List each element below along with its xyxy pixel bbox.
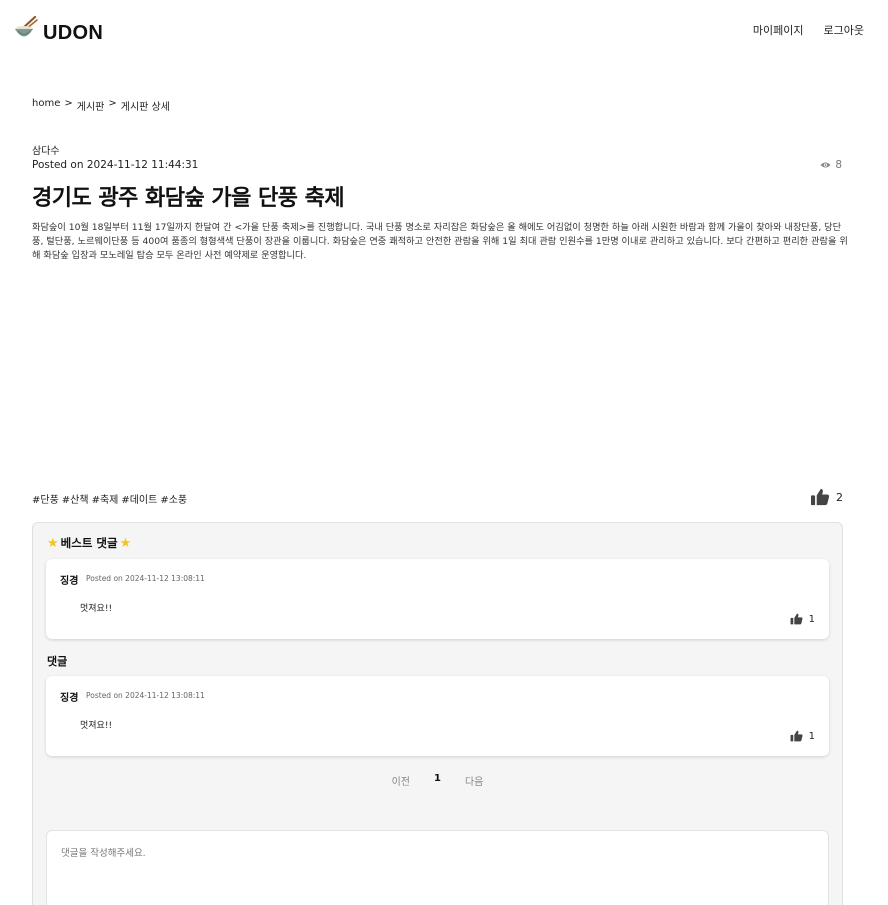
breadcrumb-home[interactable]: home [32, 98, 60, 113]
logo-text: UDON [43, 21, 104, 44]
udon-bowl-icon [15, 16, 38, 37]
breadcrumb-detail: 게시판 상세 [120, 102, 170, 113]
mypage-link[interactable]: 마이페이지 [753, 22, 804, 38]
tag[interactable]: #데이트 [121, 491, 157, 506]
post-body: 화담숲이 10월 18일부터 11월 17일까지 한달여 간 <가을 단풍 축제… [32, 222, 848, 261]
comment-date: Posted on 2024-11-12 13:08:11 [86, 574, 205, 583]
view-count: 8 [820, 159, 842, 171]
post-like-count: 2 [836, 490, 843, 504]
tag[interactable]: #소풍 [160, 491, 187, 506]
comment-like-button[interactable]: 1 [790, 730, 815, 742]
best-comment-card: 징경 Posted on 2024-11-12 13:08:11 멋져요!! 1 [46, 559, 829, 639]
comment-text: 멋져요!! [80, 604, 113, 614]
comment-text: 멋져요!! [80, 721, 113, 731]
comment-card: 징경 Posted on 2024-11-12 13:08:11 멋져요!! 1 [46, 676, 829, 756]
best-comments-title: ★ 베스트 댓글 ★ [47, 535, 131, 551]
pagination: 이전 1 다음 [33, 773, 842, 788]
tag[interactable]: #산책 [62, 491, 89, 506]
breadcrumb-separator: > [108, 98, 117, 109]
view-count-value: 8 [835, 159, 842, 171]
next-page-button[interactable]: 다음 [465, 773, 483, 788]
breadcrumb: home > 게시판 > 게시판 상세 [32, 98, 170, 113]
eye-icon [820, 162, 831, 168]
comment-date: Posted on 2024-11-12 13:08:11 [86, 691, 205, 700]
post-like-button[interactable]: 2 [810, 488, 843, 506]
top-nav: 마이페이지 로그아웃 [753, 22, 864, 38]
post-author: 삼다수 [32, 146, 60, 157]
site-header: UDON 마이페이지 로그아웃 [0, 0, 888, 60]
current-page[interactable]: 1 [434, 773, 441, 788]
thumbs-up-icon [811, 488, 830, 506]
star-icon: ★ [119, 535, 132, 551]
star-icon: ★ [47, 535, 59, 551]
comment-author: 징경 [60, 693, 79, 704]
post-tags: #단풍 #산책 #축제 #데이트 #소풍 [32, 491, 187, 506]
best-comments-label: 베스트 댓글 [60, 536, 118, 550]
comments-label: 댓글 [47, 655, 68, 668]
comment-like-count: 1 [808, 613, 815, 625]
tag[interactable]: #단풍 [32, 491, 59, 506]
breadcrumb-board[interactable]: 게시판 [77, 98, 105, 113]
thumbs-up-icon [790, 613, 803, 625]
comment-like-count: 1 [808, 730, 815, 742]
tag[interactable]: #축제 [92, 491, 119, 506]
comments-section: ★ 베스트 댓글 ★ 징경 Posted on 2024-11-12 13:08… [32, 522, 843, 905]
post-date: Posted on 2024-11-12 11:44:31 [32, 159, 199, 171]
comment-input[interactable] [46, 830, 829, 905]
comment-like-button[interactable]: 1 [790, 613, 815, 625]
thumbs-up-icon [790, 730, 803, 742]
logout-link[interactable]: 로그아웃 [824, 22, 864, 38]
comment-author: 징경 [60, 576, 79, 587]
post-title: 경기도 광주 화담숲 가을 단풍 축제 [32, 186, 345, 211]
logo[interactable]: UDON [14, 16, 104, 44]
breadcrumb-separator: > [64, 98, 73, 109]
prev-page-button[interactable]: 이전 [392, 773, 410, 788]
